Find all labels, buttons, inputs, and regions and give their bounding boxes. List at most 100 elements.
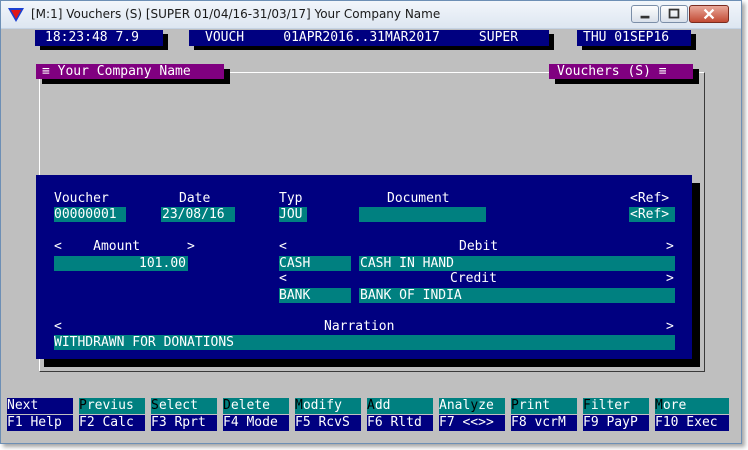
status-time-text: 18:23:48 7.9 bbox=[45, 30, 139, 45]
fkey-previous-rest: revius bbox=[86, 398, 134, 413]
debit-label: Debit bbox=[459, 239, 499, 254]
date-field[interactable]: 23/08/16 bbox=[161, 207, 235, 222]
fkey-filter-hotkey: F bbox=[583, 398, 591, 413]
fkey-more-label: More bbox=[655, 399, 686, 413]
fkey-analyze-action[interactable]: Analyze bbox=[439, 398, 505, 414]
narration-label-right: > bbox=[666, 319, 674, 334]
status-period-text: VOUCH 01APR2016..31MAR2017 SUPER bbox=[205, 30, 519, 45]
fkey-f2-calc[interactable]: F2 Calc bbox=[79, 415, 145, 431]
fkey-modify-hotkey: M bbox=[295, 398, 303, 413]
fkey-previous-hotkey: P bbox=[79, 398, 87, 413]
screen-name-box[interactable]: Vouchers (S) ≡ bbox=[549, 64, 693, 79]
company-name-text: ≡ Your Company Name bbox=[42, 64, 191, 79]
voucher-number-value: 00000001 bbox=[54, 207, 117, 222]
ref-field[interactable]: <Ref> bbox=[629, 207, 675, 222]
fkey-f1-label: F1 Help bbox=[7, 415, 62, 430]
fkey-f7-label: F7 <<>> bbox=[439, 415, 494, 430]
maximize-icon bbox=[668, 8, 680, 19]
credit-label-right: > bbox=[666, 271, 674, 286]
credit-account-field[interactable]: BANK OF INDIA bbox=[359, 288, 675, 303]
fkey-f8-voucher-mode[interactable]: F8 vcrM bbox=[511, 415, 577, 431]
minimize-button[interactable] bbox=[631, 5, 659, 23]
status-time-version: 18:23:48 7.9 bbox=[35, 30, 163, 46]
app-window: [M:1] Vouchers (S) [SUPER 01/04/16-31/03… bbox=[0, 0, 742, 444]
debit-label-right: > bbox=[666, 239, 674, 254]
debit-account-field[interactable]: CASH IN HAND bbox=[359, 256, 675, 271]
fkey-delete-label: Delete bbox=[223, 399, 270, 413]
fkey-add-action[interactable]: Add bbox=[367, 398, 433, 414]
debit-code-field[interactable]: CASH bbox=[279, 256, 351, 271]
fkey-f10-label: F10 Exec bbox=[655, 415, 718, 430]
voucher-label: Voucher bbox=[54, 191, 109, 206]
app-logo-icon bbox=[8, 8, 24, 22]
amount-label: < Amount > bbox=[54, 239, 195, 254]
debit-account-value: CASH IN HAND bbox=[360, 256, 454, 271]
debit-label-left: < bbox=[279, 239, 287, 254]
document-field[interactable] bbox=[359, 207, 486, 222]
fkey-delete-hotkey: D bbox=[223, 398, 231, 413]
fkey-select-rest: elect bbox=[158, 398, 198, 413]
fkey-analyze-label: Analyze bbox=[439, 399, 494, 413]
voucher-form: Voucher Date Typ Document <Ref> 00000001… bbox=[36, 175, 692, 359]
minimize-icon bbox=[640, 15, 650, 19]
fkey-print-action[interactable]: Print bbox=[511, 398, 577, 414]
close-icon bbox=[703, 8, 715, 20]
screen-name-text: Vouchers (S) ≡ bbox=[557, 64, 667, 79]
fkey-f7-navigate[interactable]: F7 <<>> bbox=[439, 415, 505, 431]
title-bar[interactable]: [M:1] Vouchers (S) [SUPER 01/04/16-31/03… bbox=[1, 1, 741, 29]
fkey-f8-label: F8 vcrM bbox=[511, 415, 566, 430]
fkey-more-action[interactable]: More bbox=[655, 398, 729, 414]
date-value: 23/08/16 bbox=[162, 207, 225, 222]
fkey-f9-pay[interactable]: F9 PayP bbox=[583, 415, 649, 431]
ref-value: <Ref> bbox=[630, 207, 670, 222]
fkey-select-hotkey: S bbox=[151, 398, 159, 413]
type-field[interactable]: JOU bbox=[279, 207, 307, 222]
fkey-previous-action[interactable]: Previus bbox=[79, 398, 145, 414]
type-value: JOU bbox=[279, 207, 303, 222]
credit-code-field[interactable]: BANK bbox=[279, 288, 351, 303]
fkey-f1-help[interactable]: F1 Help bbox=[7, 415, 73, 431]
fkey-delete-rest: elete bbox=[230, 398, 270, 413]
credit-account-value: BANK OF INDIA bbox=[360, 288, 462, 303]
window-title: [M:1] Vouchers (S) [SUPER 01/04/16-31/03… bbox=[31, 7, 441, 21]
fkey-f10-execute[interactable]: F10 Exec bbox=[655, 415, 729, 431]
company-name-box[interactable]: ≡ Your Company Name bbox=[36, 64, 224, 79]
fkey-f5-label: F5 RcvS bbox=[295, 415, 350, 430]
fkey-f2-label: F2 Calc bbox=[79, 415, 134, 430]
amount-field[interactable]: 101.00 bbox=[54, 256, 188, 271]
status-day-date: THU 01SEP16 bbox=[577, 30, 691, 46]
narration-field[interactable]: WITHDRAWN FOR DONATIONS bbox=[54, 335, 675, 350]
fkey-select-action[interactable]: Select bbox=[151, 398, 217, 414]
status-date-text: THU 01SEP16 bbox=[583, 30, 670, 45]
ref-label: <Ref> bbox=[630, 191, 670, 206]
fkey-delete-action[interactable]: Delete bbox=[223, 398, 289, 414]
fkey-analyze-pre: Anal bbox=[439, 398, 471, 413]
fkey-analyze-hotkey: y bbox=[470, 398, 479, 413]
fkey-f3-report[interactable]: F3 Rprt bbox=[151, 415, 217, 431]
fkey-filter-rest: ilter bbox=[590, 398, 630, 413]
narration-label-left: < bbox=[54, 319, 62, 334]
fkey-more-hotkey: M bbox=[655, 398, 663, 413]
document-label: Document bbox=[387, 191, 450, 206]
close-button[interactable] bbox=[689, 5, 729, 23]
fkey-f5-receive[interactable]: F5 RcvS bbox=[295, 415, 361, 431]
fkey-f4-mode[interactable]: F4 Mode bbox=[223, 415, 289, 431]
fkey-next-action[interactable]: Next bbox=[7, 398, 73, 414]
fkey-modify-rest: odify bbox=[302, 398, 342, 413]
maximize-button[interactable] bbox=[660, 5, 688, 23]
fkey-f9-label: F9 PayP bbox=[583, 415, 638, 430]
fkey-filter-label: Filter bbox=[583, 399, 630, 413]
fkey-f6-related[interactable]: F6 Rltd bbox=[367, 415, 433, 431]
voucher-number-field[interactable]: 00000001 bbox=[54, 207, 126, 222]
fkey-select-label: Select bbox=[151, 399, 198, 413]
fkey-filter-action[interactable]: Filter bbox=[583, 398, 649, 414]
fkey-print-hotkey: P bbox=[511, 398, 519, 413]
credit-label-left: < bbox=[279, 271, 287, 286]
status-mode-period: VOUCH 01APR2016..31MAR2017 SUPER bbox=[189, 30, 549, 46]
fkey-add-rest: dd bbox=[374, 398, 391, 413]
narration-value: WITHDRAWN FOR DONATIONS bbox=[54, 335, 235, 350]
debit-code-value: CASH bbox=[279, 256, 311, 271]
type-label: Typ bbox=[279, 191, 303, 206]
fkey-modify-action[interactable]: Modify bbox=[295, 398, 361, 414]
function-key-bar: Next F1 Help Previus F2 Calc Select F3 R… bbox=[1, 398, 743, 432]
